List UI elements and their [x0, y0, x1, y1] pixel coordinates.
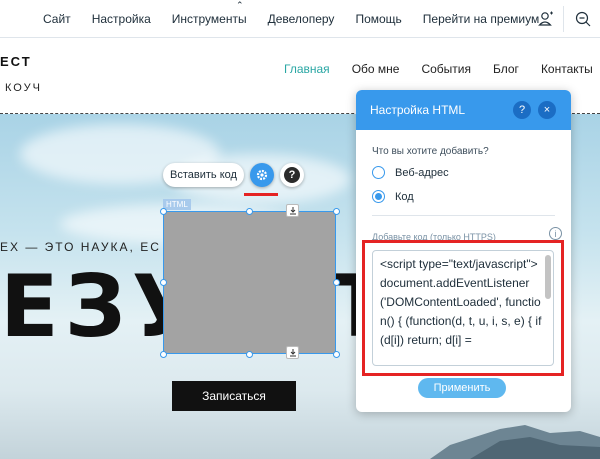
mountain-image	[430, 425, 600, 459]
download-icon[interactable]	[286, 346, 299, 359]
menu-item-settings[interactable]: Настройка	[92, 12, 151, 26]
nav-item-events[interactable]: События	[421, 62, 471, 76]
zoom-out-icon[interactable]	[574, 10, 592, 28]
html-settings-panel: Настройка HTML ? × Что вы хотите добавит…	[356, 90, 571, 412]
resize-handle[interactable]	[160, 208, 167, 215]
editor-menu: Сайт Настройка Инструменты Девелоперу По…	[43, 12, 560, 26]
resize-handle[interactable]	[160, 279, 167, 286]
option-label: Веб-адрес	[395, 166, 449, 179]
panel-title: Настройка HTML	[370, 103, 466, 117]
signup-button[interactable]: Записаться	[172, 381, 296, 411]
add-type-label: Что вы хотите добавить?	[372, 146, 489, 157]
html-element-tag: HTML	[163, 199, 191, 210]
apply-button[interactable]: Применить	[418, 378, 506, 398]
radio-button-selected[interactable]	[372, 190, 385, 203]
resize-handle[interactable]	[333, 351, 340, 358]
menu-item-tools[interactable]: Инструменты	[172, 12, 247, 26]
element-help-button[interactable]: ?	[280, 163, 304, 187]
nav-item-home[interactable]: Главная	[284, 62, 330, 76]
panel-divider	[372, 215, 555, 216]
site-brand-subtitle: КОУЧ	[5, 82, 42, 94]
nav-item-contacts[interactable]: Контакты	[541, 62, 593, 76]
hero-tagline: ЕХ — ЭТО НАУКА, ЕС	[0, 240, 161, 254]
chevron-up-icon[interactable]: ⌃	[236, 0, 244, 11]
code-highlight-frame: <script type="text/javascript">document.…	[362, 240, 564, 376]
menu-item-site[interactable]: Сайт	[43, 12, 71, 26]
resize-handle[interactable]	[246, 208, 253, 215]
resize-handle[interactable]	[333, 279, 340, 286]
user-icon[interactable]	[537, 10, 555, 28]
resize-handle[interactable]	[333, 208, 340, 215]
resize-handle[interactable]	[246, 351, 253, 358]
code-text[interactable]: <script type="text/javascript">document.…	[380, 255, 544, 350]
option-label: Код	[395, 190, 414, 203]
resize-handle[interactable]	[160, 351, 167, 358]
menu-item-help[interactable]: Помощь	[355, 12, 401, 26]
settings-button[interactable]	[250, 163, 274, 187]
help-icon: ?	[284, 167, 300, 183]
option-web-address[interactable]: Веб-адрес	[372, 166, 449, 179]
gear-icon	[256, 169, 268, 181]
menu-item-premium[interactable]: Перейти на премиум	[423, 12, 539, 26]
toolbar-divider	[563, 6, 564, 32]
highlight-underline	[244, 193, 278, 196]
site-brand[interactable]: ЕСТ	[0, 54, 32, 69]
site-nav: Главная Обо мне События Блог Контакты	[284, 62, 600, 76]
scrollbar[interactable]	[545, 255, 551, 299]
panel-help-button[interactable]: ?	[513, 101, 531, 119]
html-embed-element[interactable]	[163, 211, 336, 354]
radio-button[interactable]	[372, 166, 385, 179]
menu-item-developer[interactable]: Девелоперу	[268, 12, 335, 26]
download-icon[interactable]	[286, 204, 299, 217]
code-input[interactable]: <script type="text/javascript">document.…	[372, 250, 554, 366]
info-icon[interactable]: i	[549, 227, 562, 240]
editor-topbar: Сайт Настройка Инструменты Девелоперу По…	[0, 0, 600, 38]
nav-item-blog[interactable]: Блог	[493, 62, 519, 76]
nav-item-about[interactable]: Обо мне	[352, 62, 400, 76]
insert-code-button[interactable]: Вставить код	[163, 163, 244, 187]
close-icon[interactable]: ×	[538, 101, 556, 119]
option-code[interactable]: Код	[372, 190, 414, 203]
